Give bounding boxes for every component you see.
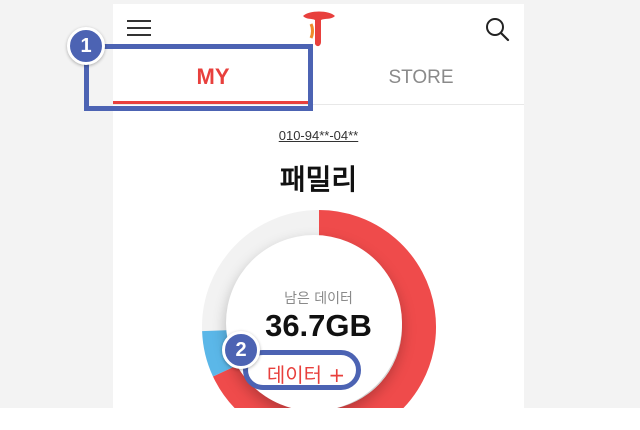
remaining-data-label: 남은 데이터: [284, 291, 353, 307]
hamburger-menu-icon[interactable]: [127, 18, 151, 38]
add-data-button[interactable]: 데이터 +: [259, 360, 353, 387]
bottom-strip: [0, 408, 640, 430]
annotation-badge-1: 1: [67, 27, 105, 65]
tab-my[interactable]: MY: [113, 52, 313, 104]
plan-name: 패밀리: [279, 163, 358, 196]
search-icon[interactable]: [484, 16, 510, 42]
tab-store[interactable]: STORE: [318, 52, 524, 104]
phone-number: 010-94**-04**: [113, 128, 524, 143]
app-screen: MY STORE 010-94**-04** 패밀리 남은 데이터 36.7GB…: [113, 4, 524, 408]
t-logo-icon[interactable]: [299, 8, 339, 50]
tab-bar: MY STORE: [113, 52, 524, 105]
remaining-data-value: 36.7GB: [265, 308, 372, 343]
annotation-badge-2: 2: [222, 331, 260, 369]
phone-number-link[interactable]: 010-94**-04**: [279, 128, 359, 143]
top-bar: [113, 4, 524, 52]
